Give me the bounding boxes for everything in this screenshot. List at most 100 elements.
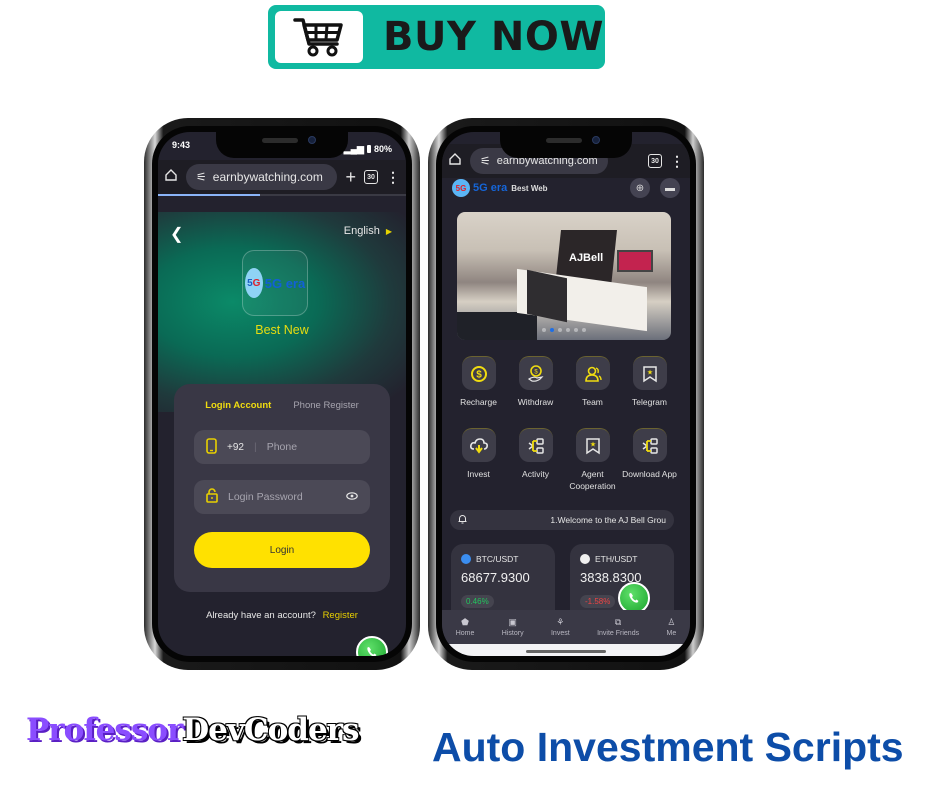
menu-withdraw[interactable]: $ Withdraw xyxy=(507,356,564,422)
url-text: earnbywatching.com xyxy=(212,170,323,184)
btc-icon xyxy=(461,554,471,564)
telegram-icon: ★ xyxy=(632,356,667,390)
battery-level: 80% xyxy=(373,144,392,154)
nav-label: Me xyxy=(666,630,677,637)
buy-now-button[interactable]: BUY NOW xyxy=(268,5,605,69)
ticker-price: 68677.9300 xyxy=(461,570,530,585)
logo-part-professor: Professor xyxy=(26,712,183,748)
bell-icon xyxy=(458,514,467,526)
url-bar[interactable]: ⚟ earnbywatching.com xyxy=(186,164,338,190)
back-chevron-icon[interactable]: ❮ xyxy=(170,224,183,244)
svg-text:★: ★ xyxy=(589,440,595,448)
recharge-icon: $ xyxy=(461,356,496,390)
phone-notch xyxy=(216,132,348,158)
country-code[interactable]: +92 xyxy=(227,442,244,453)
page-load-progress xyxy=(158,194,406,196)
svg-text:$: $ xyxy=(476,369,482,380)
nav-invest[interactable]: ⚘ Invest xyxy=(551,617,570,637)
menu-agent-cooperation[interactable]: ★ Agent Cooperation xyxy=(564,428,621,494)
logo-part-devcoders: DevCoders xyxy=(182,712,359,748)
ticker-price: 3838.8300 xyxy=(580,570,642,585)
carousel-dot[interactable] xyxy=(542,328,546,332)
tab-switcher-button[interactable]: 30 xyxy=(648,154,662,168)
site-settings-icon[interactable]: ⚟ xyxy=(196,170,207,184)
site-settings-icon[interactable]: ⚟ xyxy=(480,154,491,168)
logo-text: 5G era xyxy=(264,275,306,291)
menu-kebab-icon[interactable]: ⋮ xyxy=(670,154,684,168)
carousel-dot[interactable] xyxy=(558,328,562,332)
password-input[interactable]: Login Password xyxy=(194,480,370,514)
dashboard-screen: ⚟ earnbywatching.com 30 ⋮ 5G 5G era Best… xyxy=(442,132,690,656)
menu-activity[interactable]: Activity xyxy=(507,428,564,494)
app-logo: 5G 5G era xyxy=(242,250,308,316)
nav-label: History xyxy=(501,630,524,637)
carousel-indicators xyxy=(457,328,671,332)
password-placeholder: Login Password xyxy=(228,491,303,503)
nav-me[interactable]: ♙ Me xyxy=(667,617,677,637)
lock-icon xyxy=(206,488,218,506)
team-icon xyxy=(575,356,610,390)
phone-notch xyxy=(500,132,632,158)
user-icon: ♙ xyxy=(667,617,676,627)
menu-team[interactable]: Team xyxy=(564,356,621,422)
menu-label: Withdraw xyxy=(517,397,554,407)
invest-hand-icon: ⚘ xyxy=(556,617,565,627)
menu-label: Download App xyxy=(622,469,677,479)
menu-telegram[interactable]: ★ Telegram xyxy=(621,356,678,422)
invest-icon xyxy=(461,428,496,462)
announcement-bar[interactable]: 1.Welcome to the AJ Bell Grou xyxy=(450,510,674,530)
tagline: Auto Investment Scripts xyxy=(432,724,904,770)
menu-label: Telegram xyxy=(632,397,667,407)
nav-label: Home xyxy=(455,630,475,637)
carousel-dot[interactable] xyxy=(582,328,586,332)
nav-history[interactable]: ▣ History xyxy=(502,617,524,637)
download-app-icon xyxy=(632,428,667,462)
activity-icon xyxy=(518,428,553,462)
agent-cooperation-icon: ★ xyxy=(575,428,610,462)
announcement-text: 1.Welcome to the AJ Bell Grou xyxy=(550,515,666,525)
register-link[interactable]: Register xyxy=(323,610,358,621)
show-password-eye-icon[interactable] xyxy=(346,491,358,503)
browser-toolbar: ⚟ earnbywatching.com + 30 ⋮ xyxy=(158,160,406,194)
tab-phone-register[interactable]: Phone Register xyxy=(293,400,358,411)
carousel-dot[interactable] xyxy=(550,328,554,332)
invite-icon: ⧉ xyxy=(614,617,622,627)
register-prompt: Already have an account? Register xyxy=(158,610,406,621)
menu-invest[interactable]: Invest xyxy=(450,428,507,494)
svg-text:$: $ xyxy=(534,369,538,375)
carousel-dot[interactable] xyxy=(574,328,578,332)
whatsapp-icon[interactable] xyxy=(356,636,388,656)
carousel-dot[interactable] xyxy=(566,328,570,332)
logo-badge: 5G xyxy=(244,268,263,298)
tab-login-account[interactable]: Login Account xyxy=(205,400,271,411)
login-button[interactable]: Login xyxy=(194,532,370,568)
language-selector[interactable]: English ▶ xyxy=(344,225,392,237)
eth-icon xyxy=(580,554,590,564)
phone-input[interactable]: +92 | Phone xyxy=(194,430,370,464)
nav-invite-friends[interactable]: ⧉ Invite Friends xyxy=(597,617,639,637)
quick-menu: $ Recharge $ Withdraw Team ★ Telegram In… xyxy=(450,356,678,494)
menu-label: Recharge xyxy=(460,397,497,407)
header-subtitle: Best Web xyxy=(511,183,548,193)
home-icon[interactable] xyxy=(448,152,462,171)
new-tab-button[interactable]: + xyxy=(345,167,356,188)
phone-icon xyxy=(206,437,217,457)
promo-banner-carousel[interactable]: AJBell xyxy=(457,212,671,340)
professor-devcoders-logo: ProfessorDevCoders xyxy=(26,712,359,748)
menu-download-app[interactable]: Download App xyxy=(621,428,678,494)
menu-recharge[interactable]: $ Recharge xyxy=(450,356,507,422)
header-logo-icon: 5G xyxy=(452,179,470,197)
ticker-pair: BTC/USDT xyxy=(476,554,519,564)
buy-now-label: BUY NOW xyxy=(383,14,604,60)
nav-home[interactable]: ⬟ Home xyxy=(456,617,475,637)
menu-kebab-icon[interactable]: ⋮ xyxy=(386,170,400,184)
battery-icon xyxy=(366,145,371,153)
message-icon[interactable]: ▬ xyxy=(660,178,680,198)
tab-switcher-button[interactable]: 30 xyxy=(364,170,378,184)
menu-label: Invest xyxy=(467,469,490,479)
withdraw-icon: $ xyxy=(518,356,553,390)
language-globe-icon[interactable]: ⊕ xyxy=(630,178,650,198)
status-time: 9:43 xyxy=(172,140,191,150)
bottom-navigation: ⬟ Home ▣ History ⚘ Invest ⧉ Invite Friends ♙… xyxy=(442,610,690,644)
home-icon[interactable] xyxy=(164,168,178,187)
